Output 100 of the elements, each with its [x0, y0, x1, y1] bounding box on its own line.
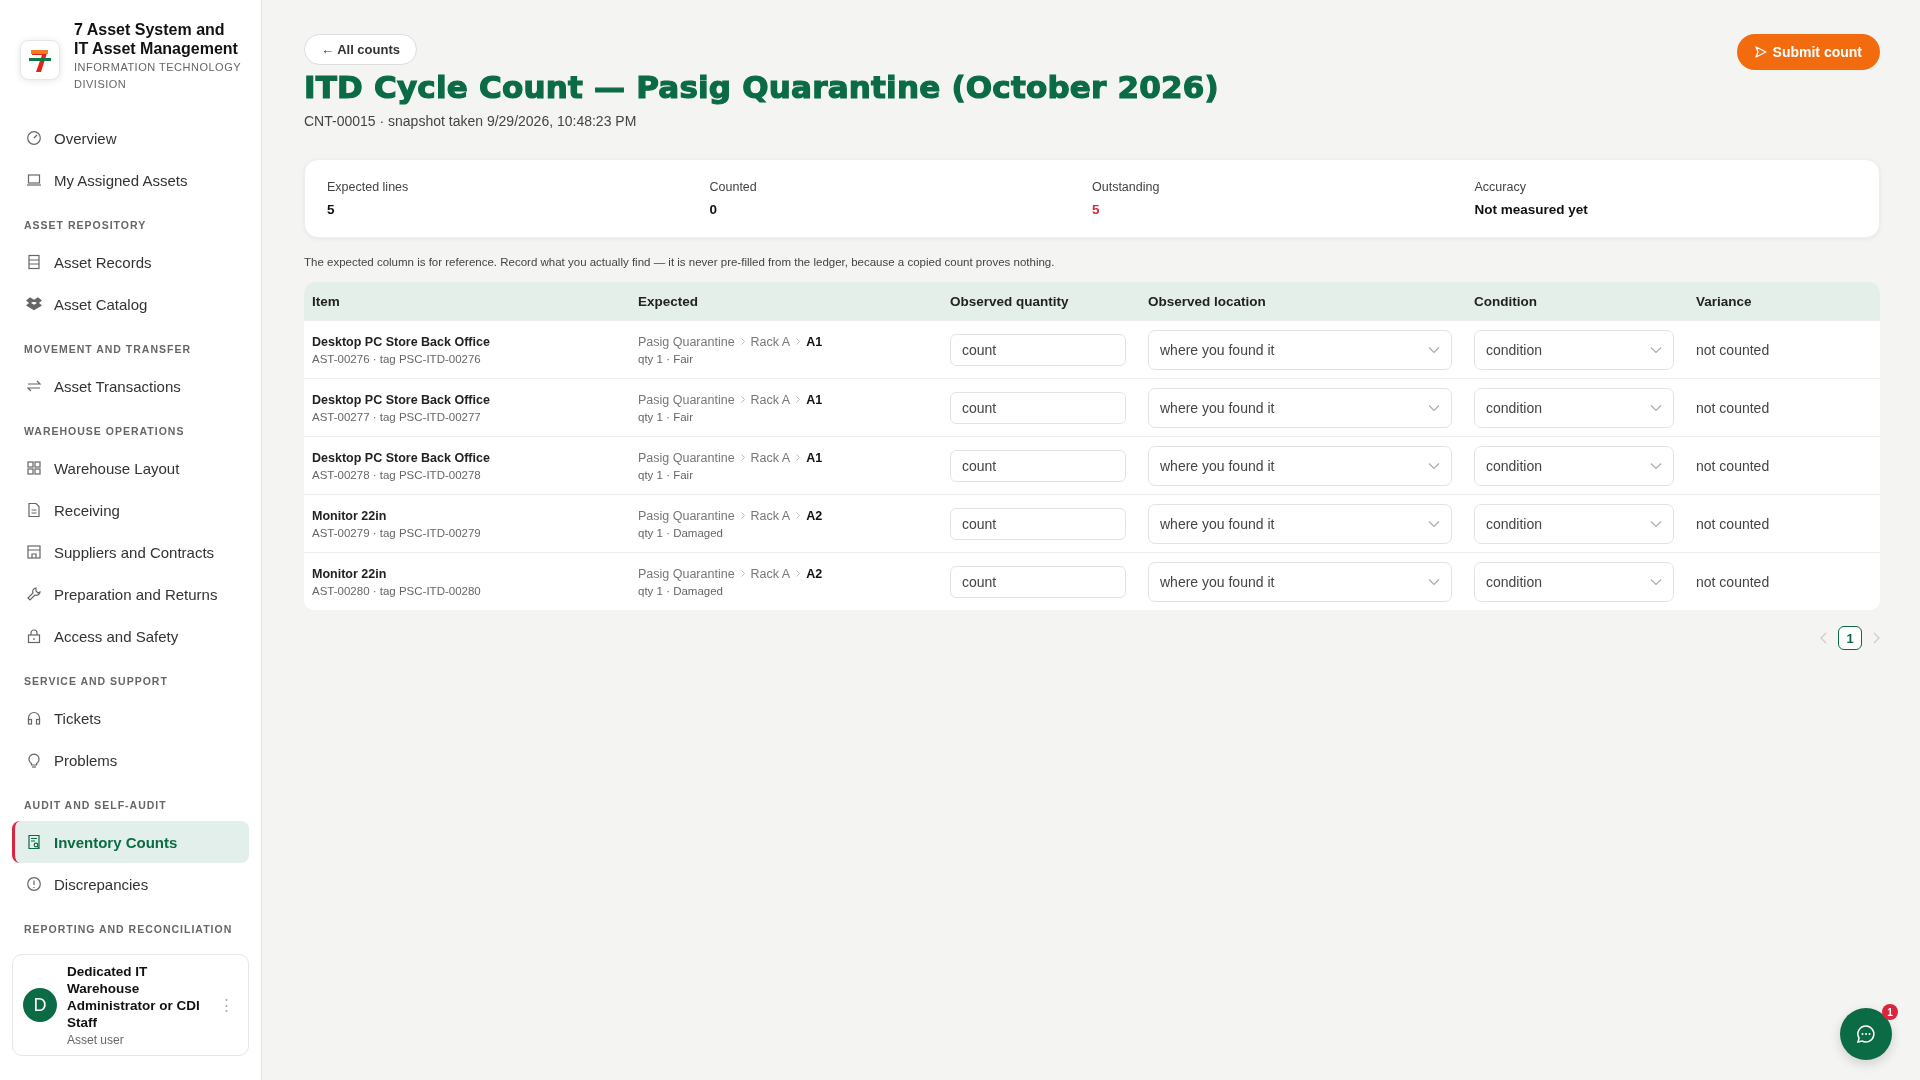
- condition-select[interactable]: condition: [1474, 503, 1674, 544]
- location-select[interactable]: where you found it: [1148, 387, 1452, 428]
- chevron-icon: [796, 454, 801, 461]
- nav-section-heading: REPORTING AND RECONCILIATION: [23, 922, 234, 937]
- headset-icon: [26, 710, 42, 726]
- location-part: Rack A: [750, 508, 791, 523]
- chevron-down-icon: [1428, 519, 1440, 528]
- store-icon: [26, 544, 42, 560]
- nav-section-heading: WAREHOUSE OPERATIONS: [23, 424, 186, 439]
- location-part: A1: [806, 392, 823, 407]
- nav-item[interactable]: Asset Transactions: [12, 365, 249, 407]
- nav-item[interactable]: Asset Catalog: [12, 283, 249, 325]
- chevron-down-icon: [1428, 577, 1440, 586]
- column-header: Variance: [1695, 293, 1753, 309]
- stat-value: 5: [327, 202, 336, 217]
- item-name: Monitor 22in: [312, 508, 388, 523]
- nav-item[interactable]: Overview: [12, 117, 249, 159]
- location-part: Pasig Quarantine: [638, 334, 735, 349]
- nav-item[interactable]: Suppliers and Contracts: [12, 531, 249, 573]
- search-doc-icon: [26, 834, 42, 850]
- back-button[interactable]: ← All counts: [304, 34, 417, 65]
- variance-text: not counted: [1696, 341, 1770, 358]
- chevron-down-icon: [1428, 403, 1440, 412]
- condition-select[interactable]: condition: [1474, 445, 1674, 486]
- chevron-icon: [796, 396, 801, 403]
- chevron-down-icon: [1650, 577, 1662, 586]
- chevron-down-icon: [1428, 345, 1440, 354]
- location-part: Rack A: [750, 450, 791, 465]
- chevron-down-icon: [1650, 403, 1662, 412]
- quantity-input[interactable]: count: [950, 507, 1126, 540]
- location-part: Pasig Quarantine: [638, 450, 735, 465]
- lock-icon: [26, 628, 42, 644]
- location-select[interactable]: where you found it: [1148, 503, 1452, 544]
- condition-select[interactable]: condition: [1474, 561, 1674, 602]
- item-id: AST-00277 · tag PSC-ITD-00277: [312, 410, 482, 423]
- nav-section-heading: AUDIT AND SELF-AUDIT: [23, 798, 168, 813]
- column-header: Observed location: [1147, 293, 1267, 309]
- nav-section-heading: SERVICE AND SUPPORT: [23, 674, 169, 689]
- chevron-icon: [740, 512, 745, 519]
- nav-item[interactable]: My Assigned Assets: [12, 159, 249, 201]
- user-name: Dedicated IT Warehouse Administrator or CDI Staff: [67, 963, 201, 1031]
- catalog-icon: [26, 296, 42, 312]
- nav-item[interactable]: Tickets: [12, 697, 249, 739]
- expected-detail: qty 1 · Damaged: [638, 584, 724, 597]
- nav-item[interactable]: Asset Records: [12, 241, 249, 283]
- stat-label: Expected lines: [327, 180, 410, 194]
- gauge-icon: [26, 130, 42, 146]
- note-text: The expected column is for reference. Record what you actually find — it is never pre-filled from the ledger, because a copied count proves nothing.: [304, 256, 1056, 268]
- expected-detail: qty 1 · Fair: [638, 410, 694, 423]
- quantity-input[interactable]: count: [950, 391, 1126, 424]
- item-id: AST-00280 · tag PSC-ITD-00280: [312, 584, 482, 597]
- user-card[interactable]: D Dedicated IT Warehouse Administrator or CDI Staff Asset user ⋮: [12, 954, 249, 1056]
- nav-item[interactable]: Preparation and Returns: [12, 573, 249, 615]
- condition-select[interactable]: condition: [1474, 387, 1674, 428]
- chevron-icon: [740, 570, 745, 577]
- location-select[interactable]: where you found it: [1148, 445, 1452, 486]
- location-part: A1: [806, 334, 823, 349]
- chat-button[interactable]: [1840, 1008, 1892, 1060]
- nav-item[interactable]: Receiving: [12, 489, 249, 531]
- user-role: Asset user: [67, 1033, 125, 1047]
- nav-item[interactable]: Discrepancies: [12, 863, 249, 905]
- quantity-input[interactable]: count: [950, 333, 1126, 366]
- variance-text: not counted: [1696, 515, 1770, 532]
- wrench-icon: [26, 586, 42, 602]
- bulb-icon: [26, 752, 42, 768]
- doc-icon: [26, 502, 42, 518]
- chevron-down-icon: [1650, 461, 1662, 470]
- variance-text: not counted: [1696, 457, 1770, 474]
- location-select[interactable]: where you found it: [1148, 561, 1452, 602]
- item-name: Desktop PC Store Back Office: [312, 450, 491, 465]
- notification-badge: 1: [1882, 1004, 1898, 1020]
- location-part: Rack A: [750, 334, 791, 349]
- stat-label: Outstanding: [1092, 180, 1161, 194]
- quantity-input[interactable]: count: [950, 449, 1126, 482]
- expected-detail: qty 1 · Fair: [638, 468, 694, 481]
- quantity-input[interactable]: count: [950, 565, 1126, 598]
- location-part: A2: [806, 508, 823, 523]
- stat-value: 0: [709, 202, 718, 217]
- page-subtitle: CNT-00015 · snapshot taken 9/29/2026, 10:48:23 PM: [304, 113, 638, 129]
- app-subtitle: INFORMATION TECHNOLOGY DIVISION: [74, 60, 241, 92]
- item-name: Monitor 22in: [312, 566, 388, 581]
- nav-item[interactable]: Access and Safety: [12, 615, 249, 657]
- chevron-icon: [796, 570, 801, 577]
- stat-label: Accuracy: [1474, 180, 1527, 194]
- chevron-down-icon: [1650, 345, 1662, 354]
- location-part: A1: [806, 450, 823, 465]
- location-select[interactable]: where you found it: [1148, 329, 1452, 370]
- column-header: Item: [311, 293, 341, 309]
- send-icon: [1754, 46, 1767, 58]
- stat-label: Counted: [709, 180, 758, 194]
- stat-value: 5: [1092, 202, 1101, 217]
- location-part: Pasig Quarantine: [638, 392, 735, 407]
- nav-item[interactable]: Problems: [12, 739, 249, 781]
- page-button[interactable]: 1: [1838, 626, 1862, 650]
- nav-item[interactable]: Warehouse Layout: [12, 447, 249, 489]
- item-id: AST-00276 · tag PSC-ITD-00276: [312, 352, 482, 365]
- variance-text: not counted: [1696, 399, 1770, 416]
- condition-select[interactable]: condition: [1474, 329, 1674, 370]
- laptop-icon: [26, 172, 42, 188]
- nav-item[interactable]: Inventory Counts: [12, 821, 249, 863]
